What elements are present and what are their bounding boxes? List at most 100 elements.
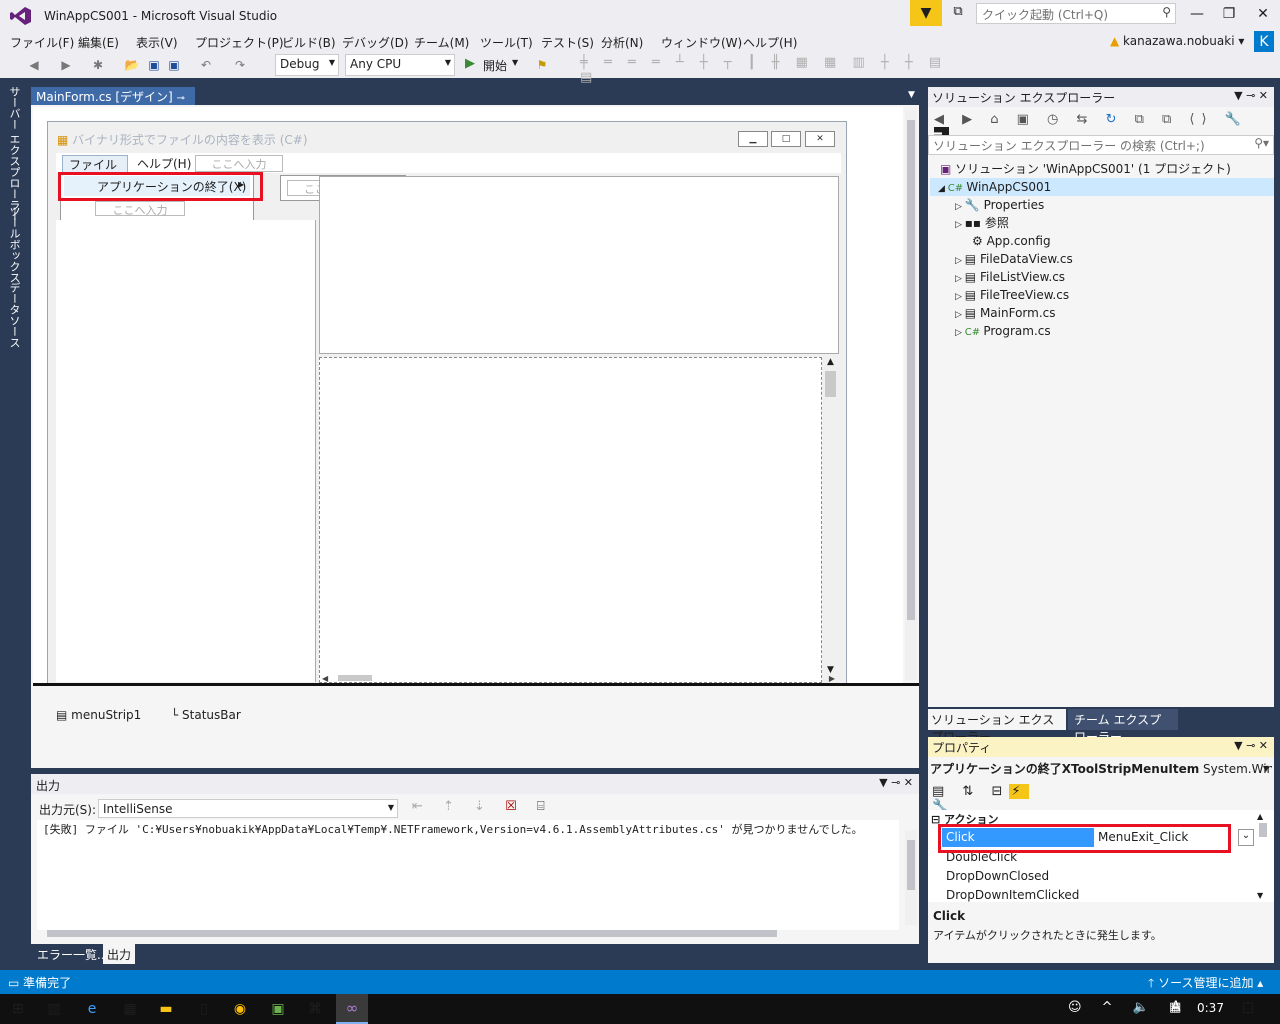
menu-team[interactable]: チーム(M)	[414, 34, 469, 51]
minimize-button[interactable]: —	[1180, 0, 1214, 28]
tree-item-references[interactable]: ▷ ▪▪ 参照	[955, 214, 1009, 232]
forward-icon[interactable]: ▶	[58, 57, 74, 73]
se-toolbar[interactable]: ◀ ▶ ⌂ ▣ ◷ ⇆ ↻ ⧉ ⧉ ⟨⟩ 🔧 ━	[934, 112, 1269, 142]
open-icon[interactable]: 📂	[124, 57, 140, 73]
type-here-menu[interactable]: ここへ入力	[195, 155, 283, 172]
menu-tools[interactable]: ツール(T)	[480, 34, 533, 51]
tray-menustrip[interactable]: ▤ menuStrip1	[56, 708, 141, 722]
chrome-icon[interactable]: ◉	[228, 998, 252, 1020]
menu-help[interactable]: ヘルプ(H)	[743, 34, 797, 51]
notepad-icon[interactable]: ▯	[192, 998, 216, 1020]
tree-item-filelistview[interactable]: ▷ ▤ FileListView.cs	[955, 268, 1065, 286]
tree-item-appconfig[interactable]: ⚙ App.config	[972, 232, 1051, 250]
windows-start-icon[interactable]: ⊞	[6, 998, 30, 1020]
tree-item-filedataview[interactable]: ▷ ▤ FileDataView.cs	[955, 250, 1073, 268]
expand-icon: ▷	[955, 328, 965, 338]
clock[interactable]: 0:37	[1197, 1001, 1224, 1015]
tree-solution[interactable]: ▣ ソリューション 'WinAppCS001' (1 プロジェクト)	[940, 160, 1231, 178]
menu-edit[interactable]: 編集(E)	[78, 34, 119, 51]
toolbox-tab[interactable]: ツールボックス	[6, 206, 22, 283]
data-view-hscroll[interactable]: ◀ ▶	[322, 674, 837, 683]
layout-tools[interactable]: ╪ ═ ═ ═ ┴ ┼ ┬ ┃ ╫ ▦ ▦ ▥ ┼ ┼ ▤ ▤	[580, 55, 950, 85]
pin-icon[interactable]: ⊸	[177, 93, 185, 104]
quick-launch-input[interactable]: クイック起動 (Ctrl+Q) ⚲	[976, 3, 1176, 24]
events-icon[interactable]: ⚡	[1009, 784, 1030, 799]
menu-view[interactable]: 表示(V)	[136, 34, 178, 51]
props-object-selector[interactable]: アプリケーションの終了XToolStripMenuItem System.Win…	[930, 760, 1272, 780]
tree-item-filetreeview[interactable]: ▷ ▤ FileTreeView.cs	[955, 286, 1069, 304]
menu-debug[interactable]: デバッグ(D)	[342, 34, 409, 51]
app-icon[interactable]: ▣	[266, 998, 290, 1020]
user-name[interactable]: ▲ kanazawa.nobuaki ▾	[1110, 34, 1244, 48]
restore-button[interactable]: ❐	[1212, 0, 1246, 28]
save-all-icon[interactable]: ▣	[166, 57, 182, 73]
tab-solution-explorer[interactable]: ソリューション エクスプローラー	[928, 709, 1066, 744]
prop-row-dropdownitemclicked[interactable]: DropDownItemClicked	[946, 888, 1079, 902]
output-window-controls[interactable]: ▼ ⊸ ✕	[879, 776, 913, 789]
list-view-pane[interactable]	[319, 176, 839, 354]
tray-statusbar[interactable]: └ StatusBar	[171, 708, 241, 722]
ime-indicator[interactable]: A	[1171, 999, 1181, 1015]
tree-item-properties[interactable]: ▷ 🔧 Properties	[955, 196, 1044, 214]
menu-build[interactable]: ビルド(B)	[282, 34, 336, 51]
tree-item-program[interactable]: ▷ C# Program.cs	[955, 322, 1051, 340]
tab-error-list[interactable]: エラー一覧...	[33, 946, 112, 963]
platform-combo[interactable]: Any CPU ▼	[345, 54, 455, 76]
task-view-icon[interactable]: ▥	[42, 998, 66, 1020]
start-dropdown-icon[interactable]: ▼	[512, 58, 518, 67]
props-toolbar[interactable]: ▤ ⇅ ⊟ ⚡ 🔧	[932, 784, 1062, 814]
menu-file[interactable]: ファイル(F)	[10, 34, 74, 51]
explorer-icon[interactable]: ▬	[154, 998, 178, 1020]
output-hscroll[interactable]	[37, 930, 899, 940]
network-app-icon[interactable]: ⌘	[303, 998, 327, 1020]
menustrip-icon: ▤	[56, 708, 72, 722]
start-button[interactable]: 開始	[483, 57, 507, 74]
new-project-icon[interactable]: ✱	[90, 57, 106, 73]
form-menu-help[interactable]: ヘルプ(H)	[137, 155, 191, 172]
tab-output[interactable]: 出力	[103, 944, 135, 964]
designer-vscroll[interactable]	[905, 110, 917, 680]
edge-icon[interactable]: e	[80, 998, 104, 1020]
avatar[interactable]: K	[1254, 31, 1274, 53]
notification-icon[interactable]: ☐	[1236, 998, 1260, 1020]
tab-team-explorer[interactable]: チーム エクスプローラー	[1068, 709, 1178, 744]
back-icon[interactable]: ◀	[26, 57, 42, 73]
redo-icon[interactable]: ↷	[232, 57, 248, 73]
chevron-down-icon[interactable]: ⌄	[1238, 829, 1254, 846]
calculator-icon[interactable]: ▦	[118, 998, 142, 1020]
se-search-input[interactable]: ソリューション エクスプローラー の検索 (Ctrl+;) ⚲▾	[928, 135, 1274, 155]
output-vscroll[interactable]	[905, 830, 917, 925]
form-file-icon: ▤	[964, 270, 980, 284]
tree-project[interactable]: ◢ C# WinAppCS001	[930, 178, 1274, 196]
menu-project[interactable]: プロジェクト(P)	[195, 34, 284, 51]
type-here-item[interactable]: ここへ入力	[95, 201, 185, 217]
visual-studio-taskbar-icon[interactable]: ∞	[336, 994, 368, 1024]
se-window-controls[interactable]: ▼ ⊸ ✕	[1234, 89, 1268, 102]
data-sources-tab[interactable]: データソース	[6, 282, 22, 348]
source-control-button[interactable]: 🡑 ソース管理に追加 ▴	[1148, 974, 1263, 995]
find-icon[interactable]: ⚑	[534, 57, 550, 73]
props-window-controls[interactable]: ▼ ⊸ ✕	[1234, 739, 1268, 752]
props-vscroll[interactable]: ▲ ▼	[1257, 812, 1269, 900]
close-button[interactable]: ✕	[1246, 0, 1280, 28]
menu-analyze[interactable]: 分析(N)	[601, 34, 643, 51]
undo-icon[interactable]: ↶	[198, 57, 214, 73]
config-combo[interactable]: Debug ▼	[275, 54, 339, 76]
prop-row-dropdownclosed[interactable]: DropDownClosed	[946, 869, 1049, 883]
save-icon[interactable]: ▣	[146, 57, 162, 73]
server-explorer-tab[interactable]: サーバー エクスプローラー	[6, 86, 22, 222]
tab-mainform-design[interactable]: MainForm.cs [デザイン] ⊸ ✕	[31, 87, 195, 119]
feedback-icon[interactable]: ⧉	[948, 4, 968, 24]
menu-window[interactable]: ウィンドウ(W)	[661, 34, 742, 51]
data-view-pane[interactable]	[319, 357, 822, 683]
doc-dropdown-icon[interactable]: ▼	[908, 90, 915, 100]
filter-icon[interactable]: ▼	[910, 0, 942, 26]
menu-test[interactable]: テスト(S)	[541, 34, 594, 51]
output-source-combo[interactable]: IntelliSense ▼	[98, 799, 398, 818]
start-icon[interactable]: ▶	[465, 56, 475, 71]
form-file-icon: ▤	[964, 306, 980, 320]
tree-view-pane[interactable]	[56, 220, 316, 682]
data-view-vscroll[interactable]: ▲ ▼	[822, 357, 839, 683]
output-tools[interactable]: ⇤ ⇡ ⇣ ☒ ⌸	[412, 799, 553, 814]
tree-item-mainform[interactable]: ▷ ▤ MainForm.cs	[955, 304, 1056, 322]
